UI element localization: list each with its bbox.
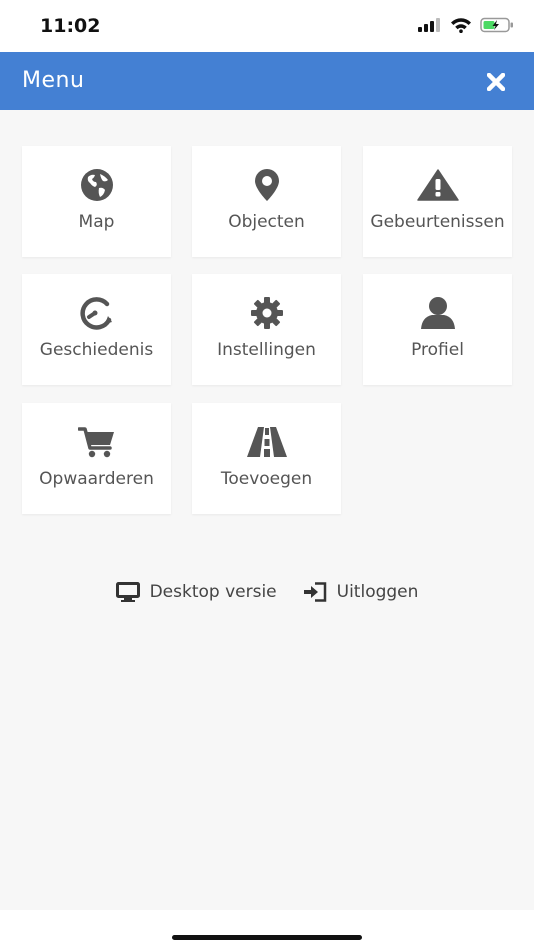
tile-label: Map — [78, 212, 115, 232]
user-icon — [420, 297, 455, 329]
status-icons — [418, 17, 514, 33]
tile-map[interactable]: Map — [22, 146, 171, 257]
tile-gebeurtenissen[interactable]: Gebeurtenissen — [363, 146, 512, 257]
warning-icon — [416, 169, 459, 201]
footer-links: Desktop versie Uitloggen — [0, 582, 534, 602]
tile-label: Gebeurtenissen — [370, 212, 505, 232]
monitor-icon — [115, 582, 140, 602]
tile-objecten[interactable]: Objecten — [192, 146, 341, 257]
tile-label: Objecten — [228, 212, 305, 232]
tile-toevoegen[interactable]: Toevoegen — [192, 403, 341, 514]
desktop-version-link[interactable]: Desktop versie — [115, 582, 277, 602]
road-icon — [246, 427, 287, 457]
tile-geschiedenis[interactable]: Geschiedenis — [22, 274, 171, 385]
tile-label: Instellingen — [217, 340, 316, 360]
home-area — [0, 910, 534, 950]
tile-label: Profiel — [411, 340, 464, 360]
status-bar: 11:02 — [0, 0, 534, 52]
tile-instellingen[interactable]: Instellingen — [192, 274, 341, 385]
tile-profiel[interactable]: Profiel — [363, 274, 512, 385]
menu-header: Menu — [0, 52, 534, 110]
logout-link[interactable]: Uitloggen — [303, 582, 419, 602]
map-pin-icon — [254, 169, 279, 201]
battery-icon — [480, 17, 513, 33]
tile-label: Opwaarderen — [39, 469, 154, 489]
signal-icon — [418, 18, 440, 32]
cart-icon — [77, 427, 114, 458]
globe-icon — [80, 169, 113, 201]
wifi-icon — [451, 18, 471, 33]
gear-icon — [250, 297, 283, 329]
home-indicator[interactable] — [172, 935, 362, 940]
tile-label: Geschiedenis — [39, 340, 154, 360]
tile-label: Toevoegen — [220, 469, 313, 489]
status-time: 11:02 — [40, 15, 101, 37]
desktop-version-label: Desktop versie — [149, 582, 277, 602]
history-icon — [79, 297, 112, 330]
logout-label: Uitloggen — [336, 582, 419, 602]
close-button[interactable] — [484, 70, 508, 94]
close-icon — [487, 73, 505, 91]
menu-title: Menu — [22, 68, 85, 93]
tile-opwaarderen[interactable]: Opwaarderen — [22, 403, 171, 514]
sign-out-icon — [303, 582, 326, 602]
